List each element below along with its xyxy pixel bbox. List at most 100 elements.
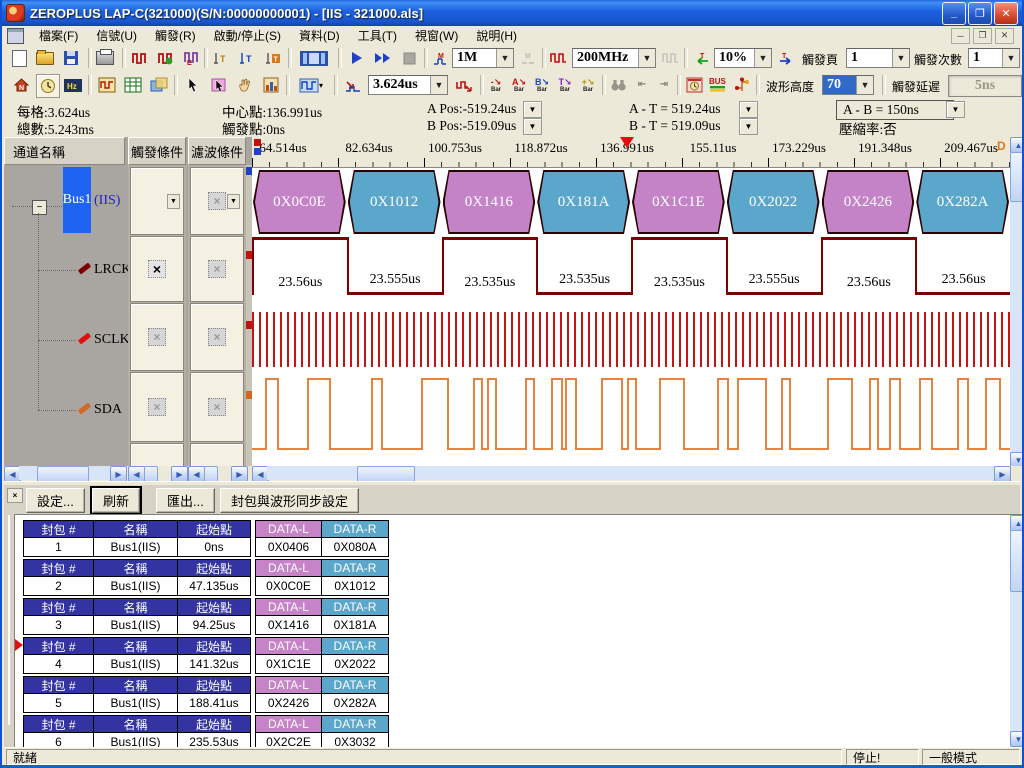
menu-data[interactable]: 資料(D): [290, 26, 349, 45]
zoom-fit-button[interactable]: [342, 74, 364, 96]
chevron-down-icon[interactable]: ▼: [1002, 49, 1019, 67]
trigger-page-button[interactable]: T: [262, 47, 284, 69]
menu-file[interactable]: 檔案(F): [30, 26, 87, 45]
memory-depth-combo[interactable]: 1M ▼: [452, 48, 514, 68]
document-icon[interactable]: [7, 28, 24, 44]
menu-tools[interactable]: 工具(T): [349, 26, 406, 45]
listing-window-button[interactable]: [122, 74, 144, 96]
filter-cell-lrck[interactable]: ×: [190, 236, 244, 302]
export-button[interactable]: 匯出...: [156, 488, 215, 513]
wave-height-combo[interactable]: 70 ▼: [822, 75, 874, 95]
trigger-setup-button[interactable]: T: [236, 47, 258, 69]
a-minus-b-dropdown[interactable]: ▼: [946, 101, 965, 118]
home-view-button[interactable]: N: [10, 74, 32, 96]
scroll-left-button[interactable]: ◀: [128, 466, 145, 482]
select-waveform-button[interactable]: [208, 74, 230, 96]
b-pos-dropdown[interactable]: ▼: [523, 118, 542, 135]
packet-sync-settings-button[interactable]: 封包與波形同步設定: [220, 488, 359, 513]
chevron-down-icon[interactable]: ▾: [319, 81, 323, 90]
collapse-bus-button[interactable]: −: [32, 200, 47, 215]
menu-signal[interactable]: 信號(U): [87, 26, 146, 45]
goto-t-bar-button[interactable]: T↘Bar: [554, 74, 576, 96]
overlay-window-button[interactable]: [148, 74, 170, 96]
chevron-down-icon[interactable]: ▼: [892, 49, 909, 67]
minimize-button[interactable]: _: [942, 2, 966, 25]
sclk-waveform[interactable]: [252, 307, 1010, 373]
trigger-page-combo[interactable]: 1 ▼: [846, 48, 910, 68]
add-bar-button[interactable]: +↘Bar: [577, 74, 599, 96]
trigger-count-combo[interactable]: 1 ▼: [968, 48, 1020, 68]
select-cursor-button[interactable]: [182, 74, 204, 96]
memory-depth-button[interactable]: M: [430, 47, 452, 69]
scroll-track[interactable]: [267, 466, 994, 480]
channel-sda[interactable]: SDA: [94, 402, 122, 418]
trigger-cell-sda[interactable]: ×: [130, 372, 184, 442]
chevron-down-icon[interactable]: ▼: [856, 76, 873, 94]
save-button[interactable]: [60, 47, 82, 69]
stop-button[interactable]: [398, 47, 420, 69]
packet-sync-button[interactable]: [731, 74, 753, 96]
lrck-waveform[interactable]: 23.56us 23.555us 23.535us 23.535us 23.53…: [252, 237, 1010, 303]
goto-a-bar-button[interactable]: A↘Bar: [508, 74, 530, 96]
scroll-left-button[interactable]: ◀: [188, 466, 205, 482]
trigger-mark-button[interactable]: T: [210, 47, 232, 69]
chevron-down-icon[interactable]: ▼: [430, 76, 447, 94]
remove-bar-button[interactable]: -↘Bar: [485, 74, 507, 96]
menu-help[interactable]: 說明(H): [467, 26, 526, 45]
scroll-thumb[interactable]: [1010, 530, 1024, 592]
refresh-button[interactable]: 刷新: [92, 488, 140, 513]
scroll-thumb[interactable]: [357, 466, 415, 482]
close-pane-button[interactable]: ×: [7, 488, 23, 503]
menu-trigger[interactable]: 觸發(R): [146, 26, 205, 45]
close-button[interactable]: ✕: [994, 2, 1018, 25]
menu-run-stop[interactable]: 啟動/停止(S): [205, 26, 290, 45]
pan-hand-button[interactable]: [234, 74, 256, 96]
mdi-minimize-button[interactable]: ─: [951, 28, 970, 44]
waveform-display[interactable]: 64.514us 82.634us 100.753us 118.872us 13…: [252, 137, 1010, 466]
frequency-display-button[interactable]: Hz: [62, 74, 84, 96]
chevron-down-icon[interactable]: ▼: [227, 194, 240, 209]
goto-trigger-left-button[interactable]: T: [690, 47, 712, 69]
scroll-right-button[interactable]: ▶: [171, 466, 188, 482]
chevron-down-icon[interactable]: ▼: [167, 194, 180, 209]
trigger-cell-bus1[interactable]: ▼: [130, 167, 184, 235]
scroll-right-button[interactable]: ▶: [110, 466, 127, 482]
scroll-thumb[interactable]: [204, 466, 218, 482]
a-minus-t-dropdown[interactable]: ▼: [739, 101, 758, 118]
settings-button[interactable]: 設定...: [26, 488, 85, 513]
restore-button[interactable]: ❐: [968, 2, 992, 25]
goto-bar-button[interactable]: [454, 74, 476, 96]
sample-rate-button[interactable]: [548, 47, 570, 69]
group-setup-button[interactable]: E: [180, 47, 202, 69]
statistics-button[interactable]: [260, 74, 282, 96]
b-minus-t-dropdown[interactable]: ▼: [739, 118, 758, 135]
time-display-button[interactable]: [36, 74, 60, 98]
trigger-cell-sclk[interactable]: ×: [130, 303, 184, 371]
print-button[interactable]: [94, 47, 116, 69]
scroll-right-button[interactable]: ▶: [231, 466, 248, 482]
goto-b-bar-button[interactable]: B↘Bar: [531, 74, 553, 96]
scroll-up-button[interactable]: ▲: [1010, 515, 1024, 531]
a-bar-flag[interactable]: [254, 139, 261, 146]
menu-window[interactable]: 視窗(W): [406, 26, 467, 45]
scroll-thumb[interactable]: [1010, 152, 1024, 202]
packet-list[interactable]: 封包 # 名稱 起始點 1 Bus1(IIS) 0ns DATA-L DATA-…: [14, 514, 1024, 748]
packet-vertical-scrollbar[interactable]: ▲ ▼: [1010, 515, 1024, 745]
open-file-button[interactable]: [34, 47, 56, 69]
scroll-down-button[interactable]: ▼: [1010, 731, 1024, 747]
sampling-setup-button[interactable]: [128, 47, 150, 69]
filter-cell-sclk[interactable]: ×: [190, 303, 244, 371]
waveform-mode-button[interactable]: ▾: [294, 74, 328, 96]
channel-sclk[interactable]: SCLK: [94, 332, 130, 348]
timing-window-button[interactable]: [683, 74, 705, 96]
new-file-button[interactable]: [8, 47, 30, 69]
channel-lrck[interactable]: LRCK: [94, 262, 131, 278]
channel-bus1[interactable]: Bus1: [63, 167, 91, 233]
scroll-thumb[interactable]: [37, 466, 89, 482]
bus-packet-list-button[interactable]: BUS: [707, 74, 729, 96]
waveform-vertical-scrollbar[interactable]: ▲ ▼: [1010, 137, 1024, 466]
chevron-down-icon[interactable]: ▼: [754, 49, 771, 67]
scroll-up-button[interactable]: ▲: [1010, 137, 1024, 153]
trigger-cell-lrck[interactable]: ×: [130, 236, 184, 302]
scroll-thumb[interactable]: [144, 466, 158, 482]
